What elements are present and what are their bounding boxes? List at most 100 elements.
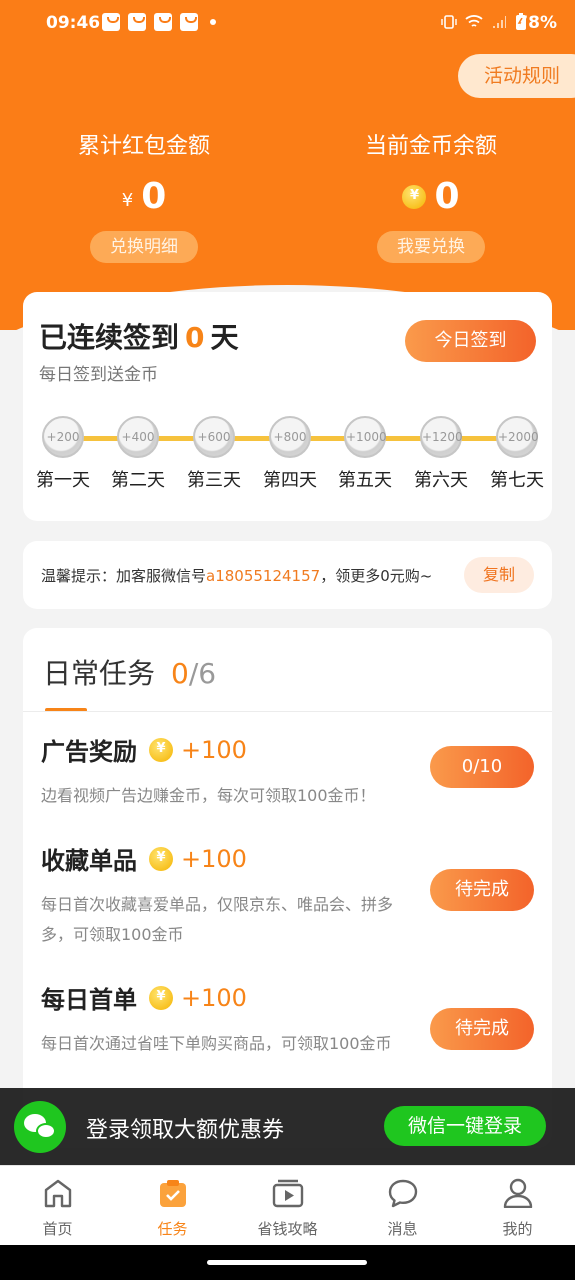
day-label: 第五天: [338, 470, 392, 491]
checkin-title: 已连续签到 0 天: [39, 316, 239, 356]
activity-rules-button[interactable]: 活动规则: [458, 54, 575, 98]
sign-in-today-button[interactable]: 今日签到: [405, 320, 536, 362]
login-banner: 登录领取大额优惠券 微信一键登录: [0, 1088, 575, 1165]
tab-label: 任务: [157, 1220, 188, 1238]
gold-coin-icon: [149, 846, 173, 871]
task-icon: [159, 1180, 186, 1207]
day-label: 第二天: [111, 470, 165, 491]
shopping-bag-icon: [102, 13, 120, 31]
login-banner-text: 登录领取大额优惠券: [86, 1118, 285, 1143]
checkin-days-count: 0: [185, 321, 205, 354]
wifi-icon: [465, 15, 483, 27]
redpacket-value: 0: [141, 176, 167, 217]
day-label: 第四天: [263, 470, 317, 491]
task-item-ad-reward: 广告奖励 +100 边看视频广告边赚金币，每次可领取100金币！ 0/10: [41, 732, 534, 811]
bottom-tab-bar: 首页 任务 省钱攻略 消息 我的: [0, 1165, 575, 1245]
checkin-day-7: +2000 第七天: [487, 416, 547, 492]
tab-money-guide[interactable]: 省钱攻略: [230, 1166, 345, 1245]
coin-medal-icon: +400: [117, 416, 159, 458]
tip-text: 温馨提示：加客服微信号a18055124157，领更多0元购~: [41, 565, 432, 586]
task-item-favorite: 收藏单品 +100 每日首次收藏喜爱单品，仅限京东、唯品会、拼多多，可领取100…: [41, 841, 534, 950]
tab-tasks[interactable]: 任务: [115, 1166, 230, 1245]
coin-medal-icon: +1200: [420, 416, 463, 458]
redeem-button[interactable]: 我要兑换: [377, 231, 485, 263]
task-name: 收藏单品: [41, 847, 137, 875]
tab-messages[interactable]: 消息: [345, 1166, 460, 1245]
task-reward: +100: [181, 735, 247, 764]
status-bar: 09:46 78%: [0, 0, 575, 48]
day-label: 第三天: [187, 470, 241, 491]
more-notifications-icon: [210, 19, 216, 25]
coin-medal-icon: +2000: [496, 416, 539, 458]
checkin-title-prefix: 已连续签到: [39, 321, 180, 354]
tab-label: 消息: [387, 1220, 418, 1238]
tip-suffix: ，领更多0元购~: [320, 567, 433, 585]
currency-symbol: ¥: [121, 190, 134, 211]
redpacket-label: 累计红包金额: [77, 134, 210, 159]
redpacket-value-row: ¥ 0: [14, 176, 274, 217]
signal-icon: [493, 16, 506, 28]
wechat-id: a18055124157: [206, 567, 321, 585]
checkin-day-2: +400 第二天: [108, 416, 168, 492]
task-item-first-order: 每日首单 +100 每日首次通过省哇下单购买商品，可领取100金币 待完成: [41, 980, 534, 1059]
tasks-progress: 0/6: [171, 657, 216, 690]
exchange-detail-button[interactable]: 兑换明细: [90, 231, 198, 263]
battery-percent: 78%: [516, 13, 557, 33]
tasks-total-count: /6: [188, 657, 217, 690]
checkin-card: 已连续签到 0 天 每日签到送金币 今日签到 +200 第一天 +400 第二天 +60…: [23, 292, 552, 521]
message-icon: [388, 1179, 417, 1208]
tab-label: 我的: [502, 1220, 533, 1238]
tip-prefix: 温馨提示：加客服微信号: [41, 567, 207, 585]
task-reward: +100: [181, 844, 247, 873]
checkin-title-suffix: 天: [210, 321, 239, 354]
vibrate-icon: [441, 15, 457, 29]
status-time: 09:46: [46, 13, 101, 33]
system-navigation-bar: [0, 1245, 575, 1280]
checkin-subtitle: 每日签到送金币: [39, 365, 158, 385]
tasks-title: 日常任务: [43, 657, 156, 690]
shopping-bag-icon: [154, 13, 172, 31]
profile-icon: [503, 1178, 532, 1209]
video-icon: [272, 1179, 303, 1208]
day-label: 第七天: [490, 470, 544, 491]
task-description: 每日首次通过省哇下单购买商品，可领取100金币: [41, 1034, 392, 1053]
checkin-day-3: +600 第三天: [184, 416, 244, 492]
task-description: 每日首次收藏喜爱单品，仅限京东、唯品会、拼多多，可领取100金币: [41, 895, 394, 944]
tasks-header: 日常任务 0/6: [43, 652, 216, 692]
wechat-login-button[interactable]: 微信一键登录: [384, 1106, 546, 1146]
redpacket-stat: 累计红包金额 ¥ 0 兑换明细: [14, 128, 274, 263]
checkin-day-6: +1200 第六天: [411, 416, 471, 492]
coin-medal-icon: +600: [193, 416, 235, 458]
copy-button[interactable]: 复制: [464, 557, 534, 593]
task-action-button[interactable]: 待完成: [430, 869, 534, 911]
task-description: 边看视频广告边赚金币，每次可领取100金币！: [41, 786, 376, 805]
task-name: 每日首单: [41, 986, 137, 1014]
task-action-button[interactable]: 0/10: [430, 746, 534, 788]
coin-balance-value-row: 0: [301, 176, 561, 217]
home-icon: [44, 1179, 71, 1208]
hero-header: 09:46 78% 活动规则 累计红包金额 ¥ 0 兑换明细 当前金币余额 0: [0, 0, 575, 330]
home-gesture-handle[interactable]: [207, 1260, 367, 1265]
task-action-button[interactable]: 待完成: [430, 1008, 534, 1050]
gold-coin-icon: [402, 184, 427, 209]
checkin-day-5: +1000 第五天: [335, 416, 395, 492]
day-label: 第一天: [36, 470, 90, 491]
coin-medal-icon: +800: [269, 416, 311, 458]
day-label: 第六天: [414, 470, 468, 491]
tab-label: 首页: [42, 1220, 73, 1238]
tab-home[interactable]: 首页: [0, 1166, 115, 1245]
shopping-bag-icon: [180, 13, 198, 31]
gold-coin-icon: [149, 737, 173, 762]
checkin-day-4: +800 第四天: [260, 416, 320, 492]
tab-label: 省钱攻略: [257, 1220, 318, 1238]
task-reward: +100: [181, 983, 247, 1012]
wechat-icon: [14, 1101, 66, 1153]
coin-balance-label: 当前金币余额: [364, 134, 497, 159]
coin-balance-stat: 当前金币余额 0 我要兑换: [301, 128, 561, 263]
tab-profile[interactable]: 我的: [460, 1166, 575, 1245]
shopping-bag-icon: [128, 13, 146, 31]
coin-balance-value: 0: [434, 176, 460, 217]
notification-icons: [102, 13, 216, 31]
system-icons: [441, 13, 527, 31]
divider: [23, 711, 552, 712]
